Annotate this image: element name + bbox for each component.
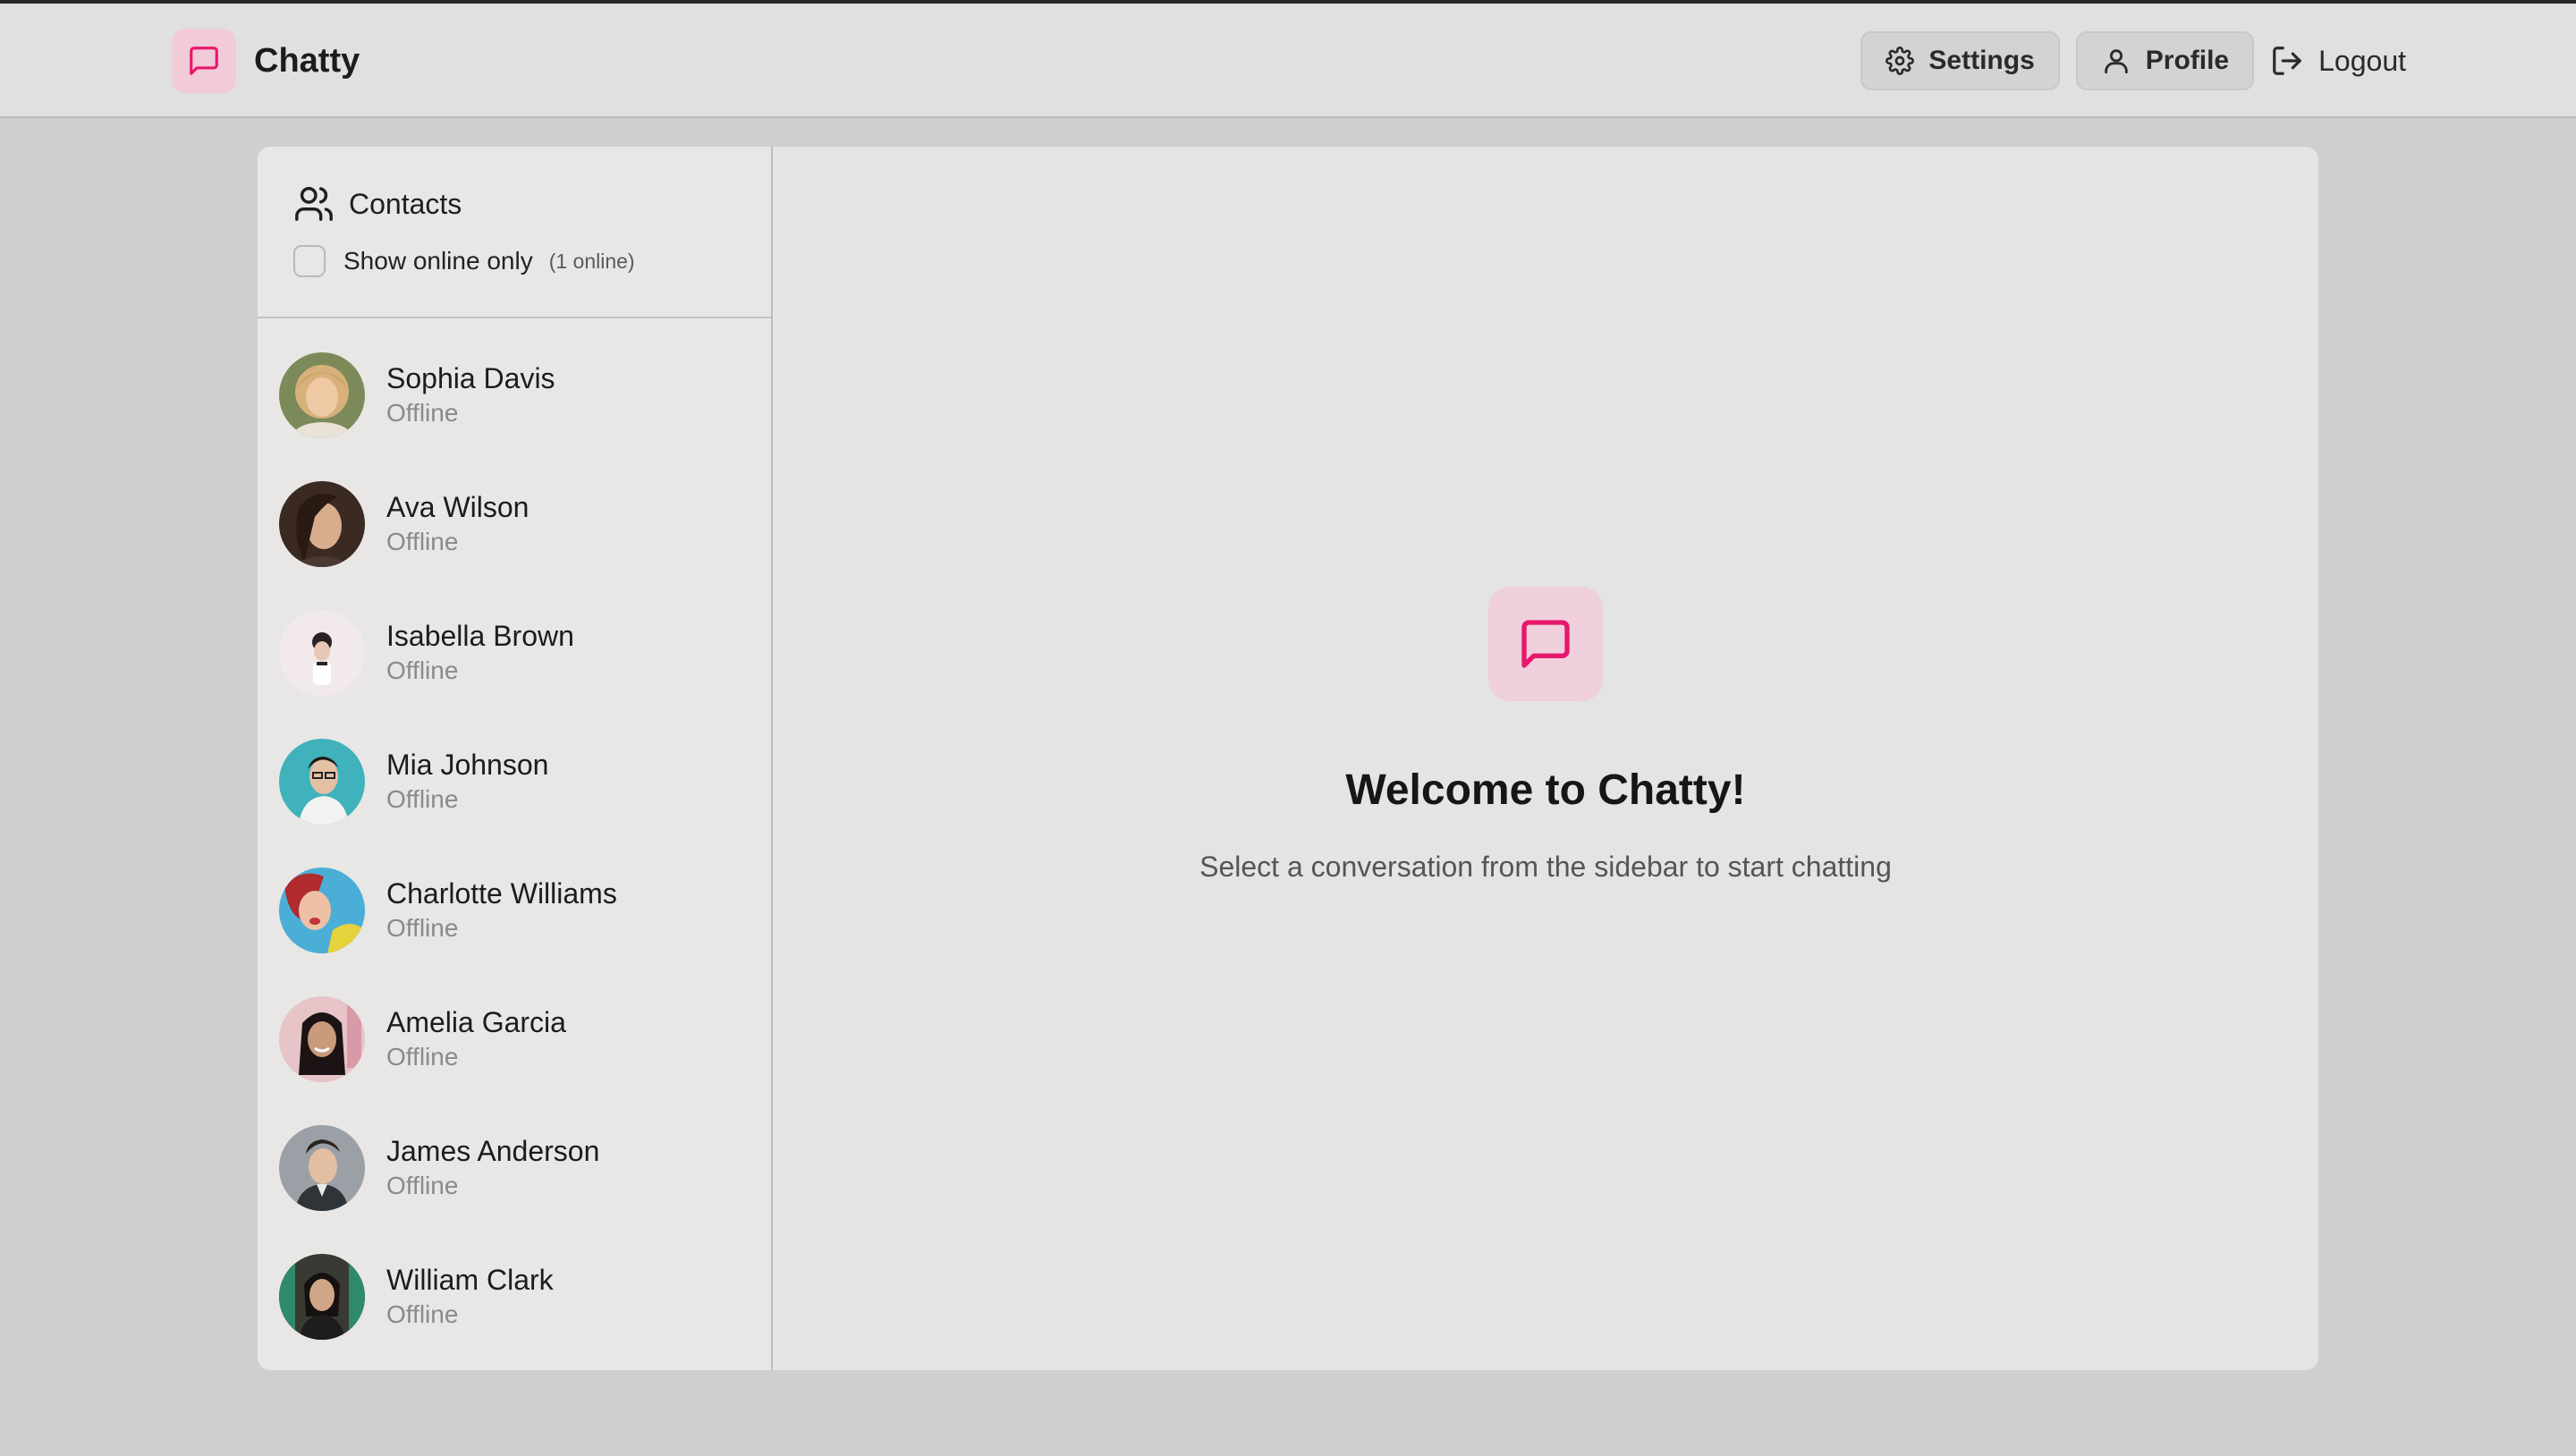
avatar: [279, 1125, 365, 1211]
sidebar-header: Contacts Show online only (1 online): [258, 147, 771, 318]
contact-item[interactable]: Mia Johnson Offline: [258, 717, 771, 846]
message-square-icon: [190, 47, 218, 75]
avatar: [279, 739, 365, 825]
contact-name: Sophia Davis: [386, 362, 555, 394]
contact-name: William Clark: [386, 1264, 554, 1296]
brand-logo: [172, 29, 236, 93]
settings-label: Settings: [1928, 46, 2035, 75]
logout-label: Logout: [2318, 44, 2406, 77]
contact-list: Sophia Davis Offline Ava Wilson Offline: [258, 318, 771, 1370]
chat-container: Contacts Show online only (1 online) Sop…: [258, 147, 2318, 1370]
contact-name: Charlotte Williams: [386, 877, 617, 910]
avatar: [279, 610, 365, 696]
contact-item-partial[interactable]: [258, 1361, 771, 1370]
welcome-subtitle: Select a conversation from the sidebar t…: [1199, 851, 1892, 883]
gear-icon: [1885, 47, 1915, 75]
users-icon: [295, 187, 333, 221]
contact-status: Offline: [386, 1300, 459, 1328]
user-icon: [2105, 49, 2128, 74]
welcome-title: Welcome to Chatty!: [1345, 766, 1746, 814]
settings-button[interactable]: Settings: [1860, 31, 2060, 90]
brand-link[interactable]: Chatty: [172, 29, 360, 93]
logout-button[interactable]: Logout: [2270, 31, 2406, 90]
contact-name: Mia Johnson: [386, 749, 549, 781]
avatar: [279, 868, 365, 953]
contact-status: Offline: [386, 1043, 459, 1071]
contact-item[interactable]: William Clark Offline: [258, 1232, 771, 1361]
chat-main: Welcome to Chatty! Select a conversation…: [773, 147, 2318, 1370]
logout-icon: [2273, 47, 2301, 75]
contact-name: Amelia Garcia: [386, 1006, 566, 1038]
contact-item[interactable]: Charlotte Williams Offline: [258, 846, 771, 975]
welcome-logo: [1488, 587, 1603, 701]
avatar: [279, 481, 365, 567]
contact-name: Isabella Brown: [386, 620, 574, 652]
show-online-checkbox[interactable]: [293, 245, 326, 277]
contact-item[interactable]: Amelia Garcia Offline: [258, 975, 771, 1104]
contact-status: Offline: [386, 785, 459, 813]
show-online-label[interactable]: Show online only: [343, 247, 533, 275]
contact-status: Offline: [386, 914, 459, 942]
avatar: [279, 996, 365, 1082]
profile-button[interactable]: Profile: [2075, 31, 2255, 90]
nav-actions: Settings Profile Logout: [1844, 31, 2406, 90]
contact-item[interactable]: Sophia Davis Offline: [258, 331, 771, 460]
avatar: [279, 1254, 365, 1340]
contact-status: Offline: [386, 656, 459, 684]
profile-label: Profile: [2145, 46, 2230, 75]
contact-status: Offline: [386, 399, 459, 427]
navbar: Chatty Settings Profile Logout: [0, 4, 2576, 118]
welcome-panel: Welcome to Chatty! Select a conversation…: [773, 587, 2318, 884]
contact-item[interactable]: Ava Wilson Offline: [258, 460, 771, 588]
contact-item[interactable]: Isabella Brown Offline: [258, 588, 771, 717]
contact-name: James Anderson: [386, 1135, 600, 1167]
app-name: Chatty: [254, 41, 360, 80]
contact-name: Ava Wilson: [386, 491, 530, 523]
contact-status: Offline: [386, 528, 459, 555]
online-count: (1 online): [548, 249, 635, 273]
online-filter: Show online only (1 online): [293, 241, 771, 281]
contacts-title: Contacts: [349, 187, 462, 220]
avatar: [279, 352, 365, 438]
contacts-heading: Contacts: [293, 181, 771, 227]
contact-item[interactable]: James Anderson Offline: [258, 1104, 771, 1232]
message-square-icon: [1521, 620, 1570, 668]
contact-status: Offline: [386, 1172, 459, 1199]
sidebar: Contacts Show online only (1 online) Sop…: [258, 147, 773, 1370]
